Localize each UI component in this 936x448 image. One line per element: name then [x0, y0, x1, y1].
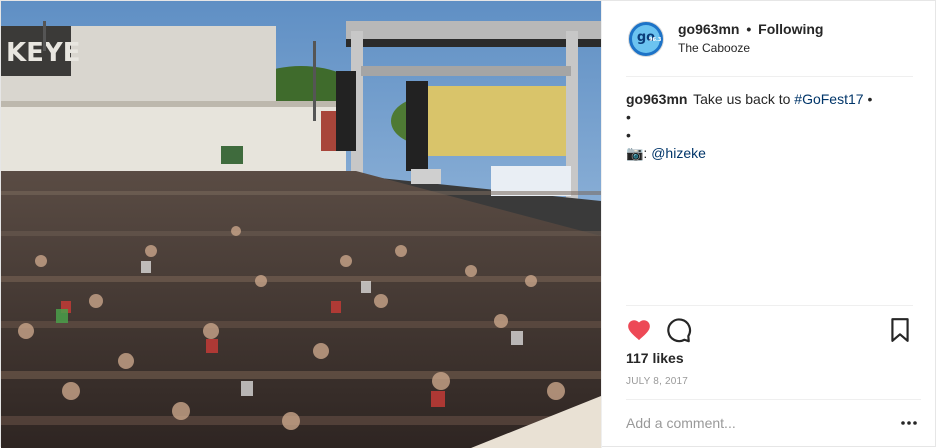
- avatar-subtext: 96.3: [649, 37, 662, 43]
- post-container: KEYE go 96.3 go963mn • Following The Cab…: [0, 0, 936, 448]
- post-sidebar: go 96.3 go963mn • Following The Cabooze …: [601, 1, 936, 448]
- caption-username-link[interactable]: go963mn: [626, 91, 687, 107]
- caption-credit-line: 📷: @hizeke: [626, 144, 921, 162]
- camera-credit-prefix: 📷:: [626, 145, 648, 161]
- comment-input[interactable]: [626, 413, 876, 433]
- caption-dot-line: •: [626, 109, 631, 125]
- more-options-icon[interactable]: [901, 420, 917, 426]
- post-photo[interactable]: KEYE: [1, 1, 601, 448]
- caption-text: Take us back to: [693, 91, 791, 107]
- avatar[interactable]: go 96.3: [628, 21, 664, 57]
- comment-icon[interactable]: [666, 317, 692, 343]
- avatar-logo: go 96.3: [632, 25, 662, 53]
- separator-dot: •: [746, 21, 752, 37]
- concert-crowd-photo: KEYE: [1, 1, 601, 448]
- caption: go963mn Take us back to #GoFest17 • • • …: [626, 90, 921, 162]
- header-user-line: go963mn • Following: [678, 21, 823, 37]
- credit-user-link[interactable]: @hizeke: [651, 145, 706, 161]
- post-header: go 96.3 go963mn • Following The Cabooze: [626, 1, 913, 77]
- caption-line: go963mn Take us back to #GoFest17 •: [626, 90, 921, 108]
- location-link[interactable]: The Cabooze: [678, 41, 750, 55]
- likes-count[interactable]: 117 likes: [626, 350, 684, 366]
- heart-icon[interactable]: [626, 317, 652, 343]
- action-bar: [626, 305, 913, 353]
- post-date[interactable]: JULY 8, 2017: [626, 376, 688, 387]
- username-link[interactable]: go963mn: [678, 21, 739, 37]
- caption-trail: •: [867, 91, 873, 107]
- caption-dot-line: •: [626, 127, 631, 143]
- bookmark-icon[interactable]: [887, 317, 913, 343]
- following-button[interactable]: Following: [758, 21, 823, 37]
- comment-bar: [626, 399, 921, 447]
- hashtag-link[interactable]: #GoFest17: [794, 91, 863, 107]
